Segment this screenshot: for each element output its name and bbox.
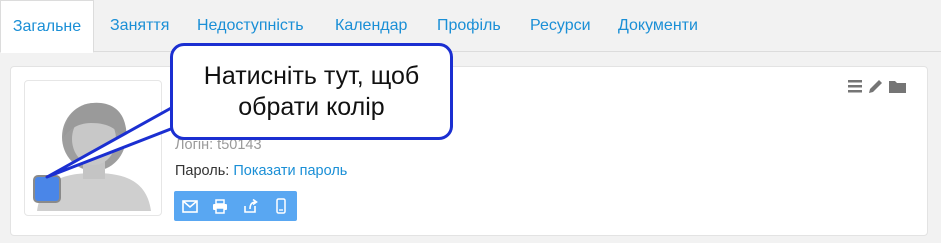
show-password-link[interactable]: Показати пароль xyxy=(233,163,347,179)
tooltip-callout: Натисніть тут, щоб обрати колір xyxy=(170,43,453,140)
tab-bar: Загальне Заняття Недоступність Календар … xyxy=(0,0,941,53)
envelope-icon xyxy=(182,199,198,213)
tab-profile[interactable]: Профіль xyxy=(437,0,501,52)
tab-general[interactable]: Загальне xyxy=(0,0,94,53)
callout-line-1: Натисніть тут, щоб xyxy=(203,61,420,90)
share-button[interactable] xyxy=(235,191,265,221)
pencil-icon[interactable] xyxy=(867,77,883,95)
email-button[interactable] xyxy=(175,191,205,221)
action-bar xyxy=(174,191,297,221)
printer-icon xyxy=(213,198,227,214)
password-label: Пароль: xyxy=(175,163,230,179)
share-icon xyxy=(244,198,258,213)
color-picker-button[interactable] xyxy=(33,175,61,203)
tab-lessons[interactable]: Заняття xyxy=(110,0,169,52)
list-icon[interactable] xyxy=(847,77,863,95)
profile-card: Логін: t50143 Пароль: Показати пароль xyxy=(10,66,928,236)
mobile-icon xyxy=(276,198,286,214)
print-button[interactable] xyxy=(205,191,235,221)
callout-line-2: обрати колір xyxy=(238,92,385,121)
avatar xyxy=(24,80,162,216)
tab-resources[interactable]: Ресурси xyxy=(530,0,591,52)
mobile-button[interactable] xyxy=(266,191,296,221)
folder-icon[interactable] xyxy=(888,77,907,95)
tab-documents[interactable]: Документи xyxy=(618,0,698,52)
password-row: Пароль: Показати пароль xyxy=(175,163,347,179)
card-toolbar xyxy=(847,77,909,95)
